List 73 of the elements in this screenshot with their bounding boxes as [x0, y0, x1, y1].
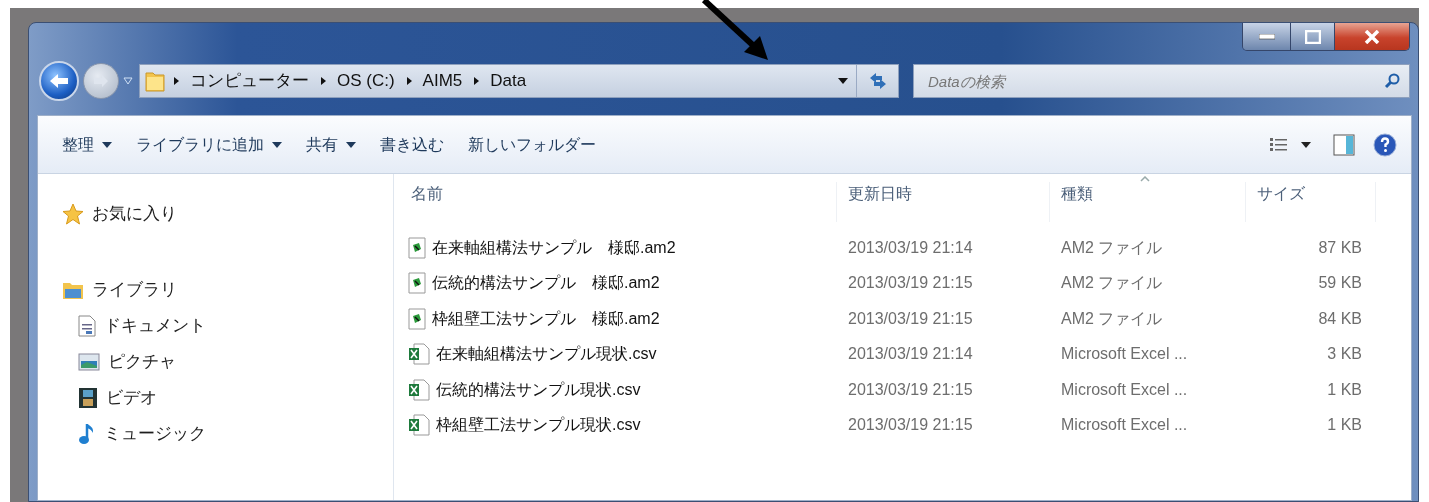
search-field[interactable]: Dataの検索 [913, 64, 1410, 98]
film-icon [78, 387, 98, 409]
dropdown-icon[interactable] [838, 78, 848, 84]
minimize-icon [1258, 33, 1275, 40]
sidebar-item[interactable]: ドキュメント [104, 313, 206, 339]
table-cell: 2013/03/19 21:15 [848, 380, 973, 398]
table-cell: AM2 ファイル [1061, 309, 1163, 327]
sidebar-item[interactable]: ビデオ [106, 385, 157, 411]
sidebar-item[interactable]: ライブラリ [92, 277, 177, 303]
breadcrumb-item[interactable]: OS (C:) [333, 68, 399, 94]
search-icon[interactable] [1384, 73, 1400, 89]
minimize-button[interactable] [1243, 23, 1291, 50]
breadcrumb-item[interactable]: AIM5 [418, 68, 467, 94]
column-header[interactable]: 更新日時 [848, 185, 912, 202]
close-icon [1364, 29, 1380, 44]
toolbar-button[interactable]: 整理 [56, 128, 118, 161]
table-cell: 2013/03/19 21:15 [848, 416, 973, 434]
file-name[interactable]: 枠組壁工法サンプル現状.csv [436, 413, 641, 438]
spreadsheet-file-icon [408, 414, 430, 437]
list-view-icon [1269, 136, 1289, 153]
breadcrumb-item[interactable]: コンピューター [186, 68, 313, 94]
folder-icon [144, 69, 166, 93]
folder-icon [62, 280, 84, 300]
file-name[interactable]: 在来軸組構法サンプル 様邸.am2 [432, 235, 676, 260]
toolbar-button[interactable]: 書き込む [374, 128, 450, 161]
table-cell: 1 KB [1327, 416, 1362, 434]
table-cell: 2013/03/19 21:15 [848, 309, 973, 327]
toolbar-button[interactable]: 新しいフォルダー [462, 128, 602, 161]
star-icon [62, 203, 84, 225]
table-cell: 3 KB [1327, 345, 1362, 363]
table-cell: 2013/03/19 21:15 [848, 274, 973, 292]
maximize-icon [1304, 29, 1321, 44]
address-bar[interactable]: コンピューター OS (C:) AIM5 Data [139, 64, 899, 98]
spreadsheet-file-icon [408, 378, 430, 401]
table-cell: 1 KB [1327, 380, 1362, 398]
file-icon [408, 236, 426, 259]
file-name[interactable]: 枠組壁工法サンプル 様邸.am2 [432, 306, 660, 331]
table-cell: Microsoft Excel ... [1061, 416, 1188, 434]
table-cell: 59 KB [1318, 274, 1362, 292]
picture-icon [78, 353, 100, 371]
maximize-button[interactable] [1291, 23, 1335, 50]
sidebar-item[interactable]: ミュージック [104, 421, 206, 447]
preview-pane-icon[interactable] [1333, 133, 1355, 156]
back-arrow-icon [48, 72, 70, 90]
file-icon [408, 272, 426, 295]
help-icon[interactable] [1373, 132, 1397, 157]
table-cell: 2013/03/19 21:14 [848, 345, 973, 363]
toolbar-button[interactable]: 共有 [300, 128, 362, 161]
caret-icon [1301, 141, 1311, 148]
file-icon [408, 307, 426, 330]
document-icon [78, 315, 96, 337]
sidebar-item[interactable]: ピクチャ [108, 349, 176, 375]
table-cell: AM2 ファイル [1061, 238, 1163, 256]
file-name[interactable]: 在来軸組構法サンプル現状.csv [436, 342, 657, 367]
table-cell: AM2 ファイル [1061, 274, 1163, 292]
table-cell: 2013/03/19 21:14 [848, 238, 973, 256]
sidebar-item[interactable]: お気に入り [92, 201, 177, 227]
breadcrumb-item[interactable]: Data [486, 68, 531, 94]
music-note-icon [78, 422, 96, 446]
table-cell: Microsoft Excel ... [1061, 345, 1188, 363]
table-cell: Microsoft Excel ... [1061, 380, 1188, 398]
spreadsheet-file-icon [408, 343, 430, 366]
toolbar-button[interactable]: ライブラリに追加 [130, 128, 288, 161]
column-header[interactable]: 名前 [411, 185, 443, 202]
close-button[interactable] [1335, 23, 1409, 50]
column-header[interactable]: サイズ [1257, 185, 1305, 202]
back-button[interactable] [39, 61, 79, 101]
table-cell: 84 KB [1318, 309, 1362, 327]
column-header[interactable]: 種類 [1061, 185, 1093, 202]
table-cell: 87 KB [1318, 238, 1362, 256]
file-name[interactable]: 伝統的構法サンプル 様邸.am2 [432, 271, 660, 296]
file-name[interactable]: 伝統的構法サンプル現状.csv [436, 377, 641, 402]
forward-button[interactable] [83, 63, 119, 99]
